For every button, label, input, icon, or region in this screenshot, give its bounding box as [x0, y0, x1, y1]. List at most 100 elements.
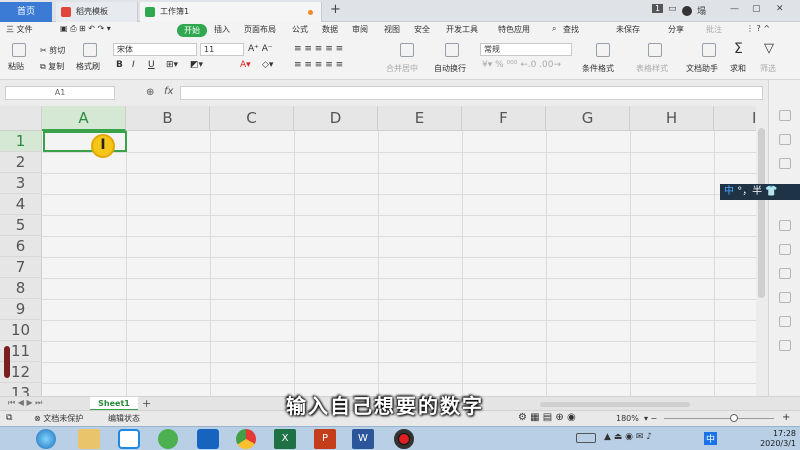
row-header[interactable]: 10: [0, 320, 42, 341]
number-format-icons[interactable]: ¥▾ % ⁰⁰⁰ ←.0 .00→: [482, 60, 561, 70]
border-icon[interactable]: ⊞▾: [166, 60, 178, 70]
cut-button[interactable]: ✂ 剪切: [40, 45, 65, 56]
table-style-button[interactable]: 表格样式: [636, 63, 668, 74]
menu-formulas[interactable]: 公式: [292, 24, 308, 35]
user-name[interactable]: 塌: [697, 4, 706, 17]
file-explorer-icon[interactable]: [78, 429, 100, 449]
recorder-icon[interactable]: [394, 429, 414, 449]
italic-button[interactable]: I: [132, 60, 135, 70]
tray-icons[interactable]: ▲ ⏏ ◉ ✉ ♪: [604, 432, 652, 442]
fill-color-icon[interactable]: ◩▾: [190, 60, 203, 70]
filter-button[interactable]: 筛选: [760, 63, 776, 74]
tab-start[interactable]: 开始: [177, 24, 207, 37]
conditional-format-icon[interactable]: [596, 43, 610, 57]
menu-developer[interactable]: 开发工具: [446, 24, 478, 35]
search-label[interactable]: 查找: [563, 24, 579, 35]
status-doc-icon[interactable]: ⧉: [6, 413, 12, 423]
merge-button[interactable]: 合并居中: [386, 63, 418, 74]
font-color-icon[interactable]: A▾: [240, 60, 251, 70]
side-panel-icon[interactable]: [779, 158, 791, 169]
sheet-tab-sheet1[interactable]: Sheet1: [90, 397, 138, 411]
column-header[interactable]: G: [546, 106, 630, 131]
side-panel-icon[interactable]: [779, 110, 791, 121]
side-panel-icon[interactable]: [779, 292, 791, 303]
number-format-select[interactable]: 常规: [480, 43, 572, 56]
column-header[interactable]: B: [126, 106, 210, 131]
align-top-icons[interactable]: ≡ ≡ ≡ ≡ ≡: [294, 44, 343, 54]
clear-icon[interactable]: ◇▾: [262, 60, 273, 70]
menu-view[interactable]: 视图: [384, 24, 400, 35]
notification-badge[interactable]: 1: [652, 4, 664, 13]
side-panel-icon[interactable]: [779, 268, 791, 279]
format-painter-icon[interactable]: [83, 43, 97, 57]
window-mode-icon[interactable]: ▭: [668, 4, 677, 14]
row-header[interactable]: 5: [0, 215, 42, 236]
bold-button[interactable]: B: [116, 60, 123, 70]
column-header[interactable]: A: [42, 106, 126, 131]
new-tab-button[interactable]: +: [330, 2, 341, 17]
protect-status[interactable]: ⊗ 文档未保护: [34, 413, 83, 424]
sheet-nav-arrows[interactable]: ⏮ ◀ ▶ ⏭: [8, 398, 42, 408]
row-header[interactable]: 3: [0, 173, 42, 194]
zoom-in-button[interactable]: +: [782, 412, 790, 423]
column-header[interactable]: D: [294, 106, 378, 131]
side-panel-icon[interactable]: [779, 316, 791, 327]
row-header[interactable]: 1: [0, 131, 42, 152]
column-header[interactable]: E: [378, 106, 462, 131]
column-header[interactable]: F: [462, 106, 546, 131]
tab-template[interactable]: 稻壳模板: [56, 2, 138, 22]
font-size-select[interactable]: 11: [200, 43, 244, 56]
doc-helper-icon[interactable]: [702, 43, 716, 57]
menu-review[interactable]: 审阅: [352, 24, 368, 35]
zoom-slider-thumb[interactable]: [730, 414, 738, 422]
excel-icon[interactable]: X: [274, 429, 296, 449]
paste-button[interactable]: 粘贴: [8, 61, 24, 72]
zoom-level[interactable]: 180%: [616, 414, 639, 423]
format-painter-button[interactable]: 格式刷: [76, 61, 100, 72]
vertical-scrollbar-thumb[interactable]: [758, 128, 765, 298]
menu-page-layout[interactable]: 页面布局: [244, 24, 276, 35]
wrap-button[interactable]: 自动换行: [434, 63, 466, 74]
menu-insert[interactable]: 插入: [214, 24, 230, 35]
view-mode-icons[interactable]: ⚙ ▦ ▤ ⊕ ◉: [518, 412, 576, 423]
side-panel-icon[interactable]: [779, 134, 791, 145]
row-header[interactable]: 7: [0, 257, 42, 278]
powerpoint-icon[interactable]: P: [314, 429, 336, 449]
more-icon[interactable]: ⋮ ? ^: [746, 24, 770, 33]
side-panel-icon[interactable]: [779, 244, 791, 255]
paste-icon[interactable]: [12, 43, 26, 57]
zoom-lookup-icon[interactable]: ⊕: [146, 87, 154, 98]
horizontal-scrollbar[interactable]: [540, 402, 690, 407]
minimize-icon[interactable]: —: [730, 4, 739, 14]
zoom-out-button[interactable]: ▾ −: [644, 414, 657, 423]
side-panel-icon[interactable]: [779, 220, 791, 231]
menu-file[interactable]: 三 文件: [6, 24, 33, 35]
system-clock[interactable]: 17:28 2020/3/1: [752, 429, 796, 449]
formula-input[interactable]: [180, 86, 763, 100]
ime-skin-icon[interactable]: 👕: [765, 186, 777, 197]
column-header[interactable]: H: [630, 106, 714, 131]
row-header[interactable]: 6: [0, 236, 42, 257]
column-header[interactable]: C: [210, 106, 294, 131]
wrap-icon[interactable]: [445, 43, 459, 57]
doc-helper-button[interactable]: 文档助手: [686, 63, 718, 74]
row-header[interactable]: 9: [0, 299, 42, 320]
ime-punct-mode[interactable]: °，半: [737, 186, 762, 197]
menu-features[interactable]: 特色应用: [498, 24, 530, 35]
font-name-select[interactable]: 宋体: [113, 43, 197, 56]
unsaved-label[interactable]: 未保存: [616, 24, 640, 35]
row-header[interactable]: 13: [0, 383, 42, 396]
fx-icon[interactable]: fx: [164, 86, 173, 97]
maximize-icon[interactable]: ▢: [752, 4, 761, 14]
tab-home[interactable]: 首页: [0, 2, 52, 22]
copy-button[interactable]: ⧉ 复制: [40, 61, 64, 72]
annotate-label[interactable]: 批注: [706, 24, 722, 35]
sum-icon[interactable]: Σ: [734, 41, 743, 57]
merge-icon[interactable]: [400, 43, 414, 57]
row-header[interactable]: 8: [0, 278, 42, 299]
word-icon[interactable]: W: [352, 429, 374, 449]
menu-security[interactable]: 安全: [414, 24, 430, 35]
wps-icon[interactable]: [197, 429, 219, 449]
add-sheet-button[interactable]: +: [142, 397, 151, 410]
align-left-icons[interactable]: ≡ ≡ ≡ ≡ ≡: [294, 60, 343, 70]
